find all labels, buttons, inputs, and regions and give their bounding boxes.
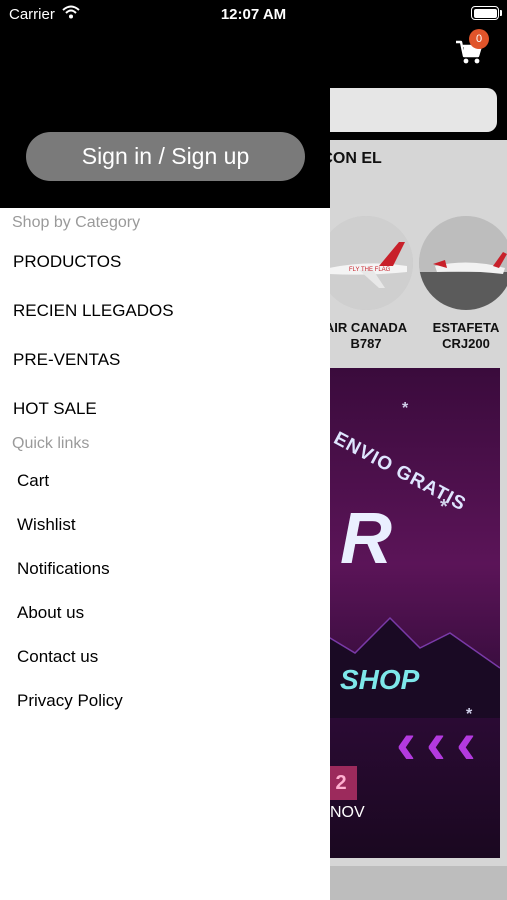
quick-links-title: Quick links [12,435,90,452]
menu-item-hot-sale[interactable]: HOT SALE [13,399,97,419]
menu-item-cart[interactable]: Cart [17,471,49,491]
menu-item-pre-ventas[interactable]: PRE-VENTAS [13,350,120,370]
category-label: ESTAFETA CRJ200 [432,320,500,351]
category-carousel: FLY THE FLAG AIR CANADA B787 ESTAFETA CR… [300,212,507,362]
category-item[interactable]: FLY THE FLAG AIR CANADA B787 [316,212,416,352]
cart-badge: 0 [469,29,489,49]
chevron-left-icon: ‹ [426,709,446,776]
mountain-graphic [300,616,500,718]
menu-item-productos[interactable]: PRODUCTOS [13,252,121,272]
category-image [419,216,507,310]
drawer-header: Sign in / Sign up [0,0,330,208]
status-bar: Carrier 12:07 AM [0,0,507,28]
menu-item-privacy-policy[interactable]: Privacy Policy [17,691,123,711]
sparkle-icon: * [440,496,448,518]
sparkle-icon: * [466,706,473,723]
shop-by-category-title: Shop by Category [12,214,141,231]
side-drawer: Sign in / Sign up Shop by Category PRODU… [0,0,330,900]
category-item[interactable]: ESTAFETA CRJ200 [416,212,507,352]
svg-text:FLY THE FLAG: FLY THE FLAG [349,267,391,273]
menu-item-recien-llegados[interactable]: RECIEN LLEGADOS [13,301,174,321]
status-time: 12:07 AM [220,6,287,23]
banner-month: NOV [330,804,365,821]
battery-icon [471,6,502,20]
category-label: AIR CANADA B787 [324,320,408,351]
banner-big-letters: R [340,499,392,579]
menu-item-contact-us[interactable]: Contact us [17,647,98,667]
banner-shop-text: SHOP [340,664,420,695]
category-image: FLY THE FLAG [319,216,413,310]
menu-item-about-us[interactable]: About us [17,603,84,623]
menu-item-notifications[interactable]: Notifications [17,559,110,579]
signin-button[interactable]: Sign in / Sign up [26,132,305,181]
promo-banner[interactable]: ENVIO GRATIS R SHOP ‹ ‹ ‹ 2 NOV * * * [300,368,500,858]
chevron-left-icon: ‹ [396,709,416,776]
sparkle-icon: * [402,400,409,417]
menu-item-wishlist[interactable]: Wishlist [17,515,76,535]
